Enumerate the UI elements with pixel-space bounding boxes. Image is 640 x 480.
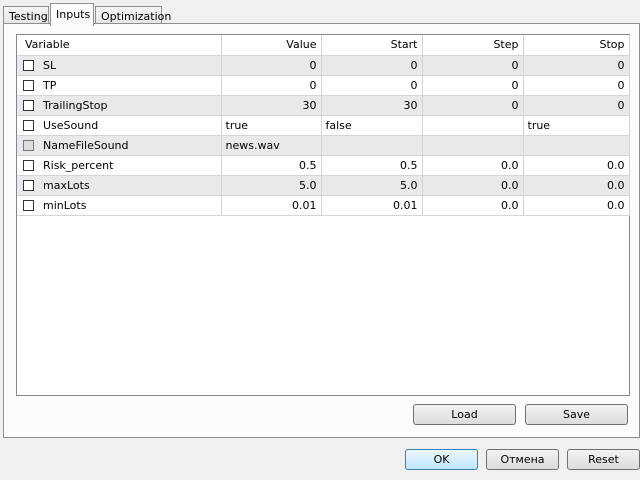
- step-cell[interactable]: [422, 135, 524, 156]
- inputs-table: Variable Value Start Step Stop SL 0 0 0 0 TP 0…: [17, 35, 630, 216]
- inputs-panel: Variable Value Start Step Stop SL 0 0 0 0 TP 0…: [3, 23, 640, 438]
- table-row[interactable]: TP 0 0 0 0: [17, 75, 630, 96]
- value-cell[interactable]: 0.01: [221, 195, 322, 216]
- start-cell[interactable]: 0.01: [321, 195, 423, 216]
- value-cell[interactable]: 0: [221, 55, 322, 76]
- variable-name: NameFileSound: [43, 138, 129, 152]
- optimize-checkbox[interactable]: [23, 119, 34, 131]
- table-row[interactable]: UseSound true false true: [17, 115, 630, 136]
- table-row[interactable]: minLots 0.01 0.01 0.0 0.0: [17, 195, 630, 216]
- load-button[interactable]: Load: [413, 404, 516, 425]
- start-cell[interactable]: 30: [321, 95, 423, 116]
- stop-cell[interactable]: 0: [523, 75, 630, 96]
- start-cell[interactable]: [321, 135, 423, 156]
- variable-name: TrailingStop: [43, 98, 108, 112]
- table-row[interactable]: TrailingStop 30 30 0 0: [17, 95, 630, 116]
- variable-name: UseSound: [43, 118, 99, 132]
- value-cell[interactable]: 0.5: [221, 155, 322, 176]
- value-cell[interactable]: news.wav: [221, 135, 322, 156]
- tab-inputs[interactable]: Inputs: [50, 3, 94, 26]
- variable-name: minLots: [43, 198, 87, 212]
- optimize-checkbox[interactable]: [23, 179, 34, 191]
- step-cell[interactable]: 0: [422, 75, 524, 96]
- value-cell[interactable]: 30: [221, 95, 322, 116]
- stop-cell[interactable]: [523, 135, 630, 156]
- variable-name: maxLots: [43, 178, 90, 192]
- stop-cell[interactable]: 0: [523, 55, 630, 76]
- variable-cell: NameFileSound: [17, 135, 222, 156]
- column-header-variable[interactable]: Variable: [17, 35, 222, 56]
- stop-cell[interactable]: 0.0: [523, 175, 630, 196]
- variable-cell: UseSound: [17, 115, 222, 136]
- start-cell[interactable]: 0: [321, 75, 423, 96]
- column-header-start[interactable]: Start: [321, 35, 423, 56]
- cancel-button[interactable]: Отмена: [486, 449, 559, 470]
- table-row[interactable]: maxLots 5.0 5.0 0.0 0.0: [17, 175, 630, 196]
- step-cell[interactable]: 0: [422, 95, 524, 116]
- start-cell[interactable]: false: [321, 115, 423, 136]
- optimize-checkbox[interactable]: [23, 199, 34, 211]
- variable-name: SL: [43, 58, 57, 72]
- table-row[interactable]: Risk_percent 0.5 0.5 0.0 0.0: [17, 155, 630, 176]
- optimize-checkbox[interactable]: [23, 159, 34, 171]
- step-cell[interactable]: 0.0: [422, 175, 524, 196]
- stop-cell[interactable]: 0.0: [523, 155, 630, 176]
- tab-strip: Testing Inputs Optimization: [3, 3, 403, 26]
- stop-cell[interactable]: 0.0: [523, 195, 630, 216]
- start-cell[interactable]: 5.0: [321, 175, 423, 196]
- value-cell[interactable]: 5.0: [221, 175, 322, 196]
- start-cell[interactable]: 0: [321, 55, 423, 76]
- value-cell[interactable]: 0: [221, 75, 322, 96]
- column-header-value[interactable]: Value: [221, 35, 322, 56]
- start-cell[interactable]: 0.5: [321, 155, 423, 176]
- column-header-step[interactable]: Step: [422, 35, 524, 56]
- variable-cell: Risk_percent: [17, 155, 222, 176]
- variable-cell: TP: [17, 75, 222, 96]
- optimize-checkbox[interactable]: [23, 79, 34, 91]
- stop-cell[interactable]: 0: [523, 95, 630, 116]
- step-cell[interactable]: 0: [422, 55, 524, 76]
- variable-cell: SL: [17, 55, 222, 76]
- variable-name: TP: [43, 78, 57, 92]
- reset-button[interactable]: Reset: [567, 449, 640, 470]
- header-row: Variable Value Start Step Stop: [17, 35, 630, 56]
- value-cell[interactable]: true: [221, 115, 322, 136]
- step-cell[interactable]: 0.0: [422, 155, 524, 176]
- optimize-checkbox[interactable]: [23, 99, 34, 111]
- column-header-stop[interactable]: Stop: [523, 35, 630, 56]
- variable-cell: maxLots: [17, 175, 222, 196]
- variable-name: Risk_percent: [43, 158, 114, 172]
- optimize-checkbox[interactable]: [23, 139, 34, 151]
- variable-cell: minLots: [17, 195, 222, 216]
- table-row[interactable]: SL 0 0 0 0: [17, 55, 630, 76]
- step-cell[interactable]: [422, 115, 524, 136]
- step-cell[interactable]: 0.0: [422, 195, 524, 216]
- inputs-grid: Variable Value Start Step Stop SL 0 0 0 0 TP 0…: [16, 34, 630, 396]
- optimize-checkbox[interactable]: [23, 59, 34, 71]
- variable-cell: TrailingStop: [17, 95, 222, 116]
- stop-cell[interactable]: true: [523, 115, 630, 136]
- table-row[interactable]: NameFileSound news.wav: [17, 135, 630, 156]
- save-button[interactable]: Save: [525, 404, 628, 425]
- ok-button[interactable]: OK: [405, 449, 478, 470]
